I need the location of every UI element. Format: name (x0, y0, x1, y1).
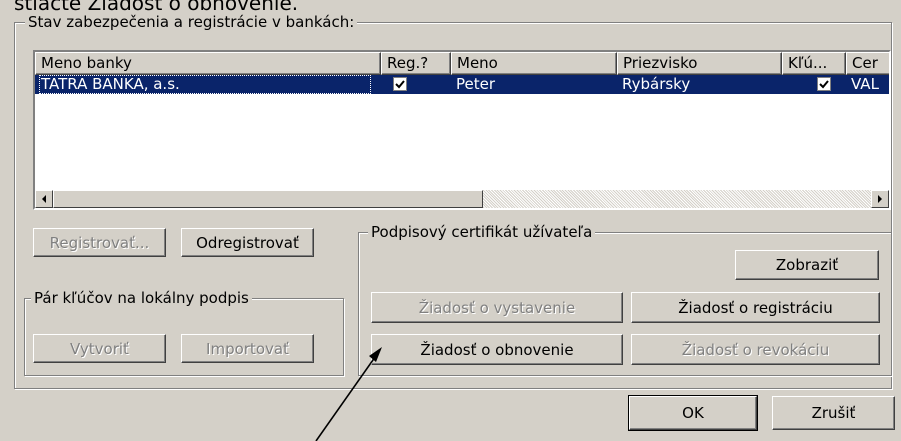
register-button-label: Registrovať... (49, 233, 150, 252)
show-button[interactable]: Zobraziť (735, 250, 879, 280)
show-button-label: Zobraziť (775, 256, 839, 274)
unregister-button[interactable]: Odregistrovať (181, 228, 314, 257)
cell-last-name: Rybársky (622, 75, 691, 93)
table-row[interactable]: TATRA BANKA, a.s. Peter Rybársky VAL (35, 75, 889, 94)
scroll-left-arrow-icon[interactable] (35, 190, 53, 208)
column-header-key[interactable]: Kľú... (782, 52, 846, 75)
cancel-button-label: Zrušiť (811, 404, 856, 422)
cancel-button[interactable]: Zrušiť (772, 396, 895, 430)
request-renewal-button[interactable]: Žiadosť o obnovenie (371, 334, 623, 365)
bank-list[interactable]: Meno banky Reg.? Meno Priezvisko Kľú... … (33, 50, 891, 210)
ok-button[interactable]: OK (628, 395, 758, 431)
request-revocation-button-label: Žiadosť o revokáciu (681, 340, 830, 359)
column-header-last-name[interactable]: Priezvisko (617, 52, 782, 75)
certificate-group-label: Podpisový certifikát užívateľa (368, 223, 596, 241)
request-registration-button[interactable]: Žiadosť o registráciu (631, 292, 880, 323)
checkbox-checked-icon[interactable] (817, 77, 831, 91)
checkbox-checked-icon[interactable] (393, 77, 407, 91)
request-registration-button-label: Žiadosť o registráciu (678, 298, 833, 317)
horizontal-scrollbar[interactable] (35, 190, 889, 208)
keypair-group-label: Pár kľúčov na lokálny podpis (31, 289, 252, 307)
unregister-button-label: Odregistrovať (196, 233, 299, 252)
request-issue-button-label: Žiadosť o vystavenie (418, 298, 576, 317)
scroll-right-arrow-icon[interactable] (871, 190, 889, 208)
cell-bank-name: TATRA BANKA, a.s. (39, 75, 371, 94)
scrollbar-thumb[interactable] (53, 190, 483, 208)
request-revocation-button[interactable]: Žiadosť o revokáciu (631, 334, 880, 365)
column-header-first-name[interactable]: Meno (451, 52, 617, 75)
column-header-certificate[interactable]: Cer (846, 52, 889, 75)
import-button-label: Importovať (206, 339, 289, 358)
column-header-bank-name[interactable]: Meno banky (35, 52, 381, 75)
register-button[interactable]: Registrovať... (33, 228, 166, 257)
bank-status-group-label: Stav zabezpečenia a registrácie v bankác… (25, 13, 358, 31)
cell-first-name: Peter (456, 75, 496, 93)
request-renewal-button-label: Žiadosť o obnovenie (420, 340, 574, 359)
cell-certificate: VAL (851, 75, 879, 93)
column-header-registered[interactable]: Reg.? (381, 52, 451, 75)
request-issue-button[interactable]: Žiadosť o vystavenie (371, 292, 623, 323)
ok-button-label: OK (682, 404, 704, 422)
create-button[interactable]: Vytvoriť (33, 334, 166, 363)
instruction-caption: stlačte Žiadosť o obnovenie. (14, 0, 299, 14)
create-button-label: Vytvoriť (70, 339, 129, 358)
import-button[interactable]: Importovať (181, 334, 314, 363)
